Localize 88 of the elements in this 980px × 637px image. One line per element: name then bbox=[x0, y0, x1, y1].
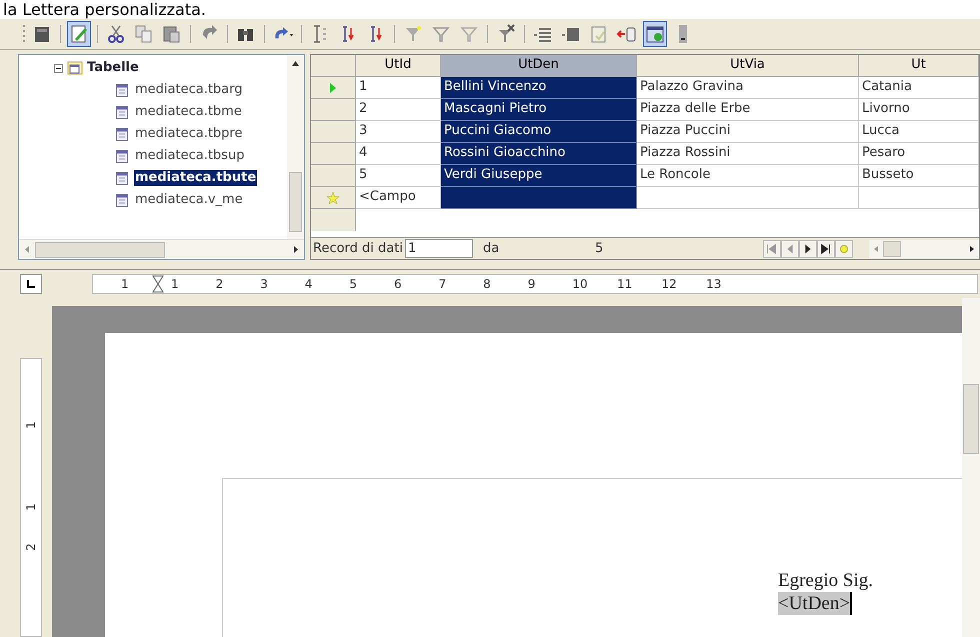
ruler-number: 9 bbox=[528, 276, 536, 293]
toolbar-button[interactable] bbox=[67, 21, 91, 47]
column-header[interactable]: Ut bbox=[859, 55, 979, 77]
vertical-scrollbar[interactable] bbox=[287, 55, 304, 239]
ruler-number: 5 bbox=[349, 276, 358, 293]
vertical-scrollbar[interactable] bbox=[962, 298, 980, 637]
folder-table-icon bbox=[67, 61, 83, 75]
tab-stop-button[interactable] bbox=[20, 274, 42, 294]
table-cell: Rossini Gioacchino bbox=[441, 143, 637, 165]
table-cell: Busseto bbox=[859, 165, 979, 187]
next-record-button[interactable] bbox=[798, 240, 817, 258]
last-record-button[interactable] bbox=[816, 240, 835, 258]
table-cell: Catania bbox=[859, 77, 979, 99]
ruler-number: 10 bbox=[572, 276, 589, 293]
scroll-up-icon bbox=[292, 61, 299, 66]
ruler-number: 4 bbox=[304, 276, 314, 293]
row-header[interactable] bbox=[311, 99, 356, 121]
ruler-number: 1 bbox=[25, 503, 37, 511]
ruler-number: 1 bbox=[121, 276, 130, 293]
table-cell: Mascagni Pietro bbox=[441, 99, 637, 121]
table-icon bbox=[116, 172, 128, 184]
column-header[interactable]: UtDen bbox=[441, 55, 637, 77]
record-number-field[interactable]: 1 bbox=[404, 239, 473, 258]
grid-corner-header[interactable] bbox=[311, 55, 356, 77]
table-cell: Bellini Vincenzo bbox=[441, 77, 637, 99]
tree-folder-label[interactable]: Tabelle bbox=[87, 58, 139, 78]
ruler-number: 12 bbox=[662, 276, 678, 293]
record-label: Record di dati bbox=[312, 240, 404, 258]
tree-item[interactable]: mediateca.tbarg bbox=[134, 82, 244, 98]
ruler-number: 2 bbox=[216, 276, 224, 293]
table-icon bbox=[116, 194, 128, 206]
table-cell: Le Roncole bbox=[637, 165, 859, 187]
ruler-number: 6 bbox=[394, 276, 403, 293]
table-icon bbox=[116, 84, 128, 96]
horizontal-scrollbar[interactable] bbox=[868, 240, 979, 258]
new-row-star-icon bbox=[327, 192, 339, 204]
row-header[interactable] bbox=[311, 143, 356, 165]
current-row-arrow-icon bbox=[329, 82, 337, 94]
ruler-number: 1 bbox=[25, 421, 37, 429]
scroll-thumb[interactable] bbox=[882, 240, 901, 256]
scroll-left-icon bbox=[25, 246, 29, 253]
row-header[interactable] bbox=[311, 121, 356, 143]
row-header[interactable] bbox=[311, 165, 356, 187]
table-cell: Pesaro bbox=[859, 143, 979, 165]
record-of-label: da bbox=[482, 240, 500, 258]
tab-stop-icon bbox=[26, 279, 36, 289]
table-cell: Palazzo Gravina bbox=[637, 77, 859, 99]
ruler-number: 7 bbox=[438, 276, 448, 293]
horizontal-scrollbar[interactable] bbox=[19, 239, 304, 259]
table-cell: Lucca bbox=[859, 121, 979, 143]
table-cell: Piazza Rossini bbox=[637, 143, 859, 165]
mail-merge-field: <UtDen> bbox=[778, 592, 852, 615]
tree-item[interactable]: mediateca.tbme bbox=[134, 104, 243, 120]
ruler-number: 11 bbox=[616, 276, 634, 293]
table-icon bbox=[116, 106, 128, 118]
table-cell: Piazza Puccini bbox=[637, 121, 859, 143]
tree-item[interactable]: mediateca.tbsup bbox=[134, 148, 246, 164]
tree-item[interactable]: mediateca.tbute bbox=[134, 170, 258, 186]
ruler-number: 1 bbox=[171, 276, 180, 293]
toolbar-grip-icon bbox=[22, 23, 26, 45]
first-record-button[interactable] bbox=[762, 240, 781, 258]
table-cell: Verdi Giuseppe bbox=[441, 165, 637, 187]
tree-item[interactable]: mediateca.v_me bbox=[134, 192, 244, 208]
ruler-number: 2 bbox=[25, 543, 37, 551]
caption-text: la Lettera personalizzata. bbox=[3, 0, 206, 19]
ruler-number: 3 bbox=[260, 276, 269, 293]
row-header[interactable] bbox=[311, 187, 356, 209]
column-header[interactable]: UtVia bbox=[637, 55, 859, 77]
tree-item[interactable]: mediateca.tbpre bbox=[134, 126, 244, 142]
table-icon bbox=[116, 128, 128, 140]
table-cell: Puccini Giacomo bbox=[441, 121, 637, 143]
toolbar-button[interactable] bbox=[643, 21, 667, 47]
row-header[interactable] bbox=[311, 77, 356, 99]
record-total: 5 bbox=[594, 240, 604, 258]
scissors-icon bbox=[105, 23, 127, 45]
ruler-number: 13 bbox=[706, 276, 722, 293]
table-icon bbox=[116, 150, 128, 162]
table-cell: Livorno bbox=[859, 99, 979, 121]
table-cell: Piazza delle Erbe bbox=[637, 99, 859, 121]
collapse-toggle[interactable] bbox=[54, 64, 63, 72]
ruler-number: 8 bbox=[483, 276, 492, 293]
scroll-right-icon bbox=[970, 246, 974, 252]
minus-icon bbox=[56, 66, 61, 70]
document-text: Egregio Sig. bbox=[778, 569, 873, 592]
column-header[interactable]: UtId bbox=[356, 55, 441, 77]
scroll-right-icon bbox=[294, 246, 298, 253]
scroll-left-icon bbox=[874, 246, 878, 252]
row-header[interactable] bbox=[311, 209, 356, 231]
